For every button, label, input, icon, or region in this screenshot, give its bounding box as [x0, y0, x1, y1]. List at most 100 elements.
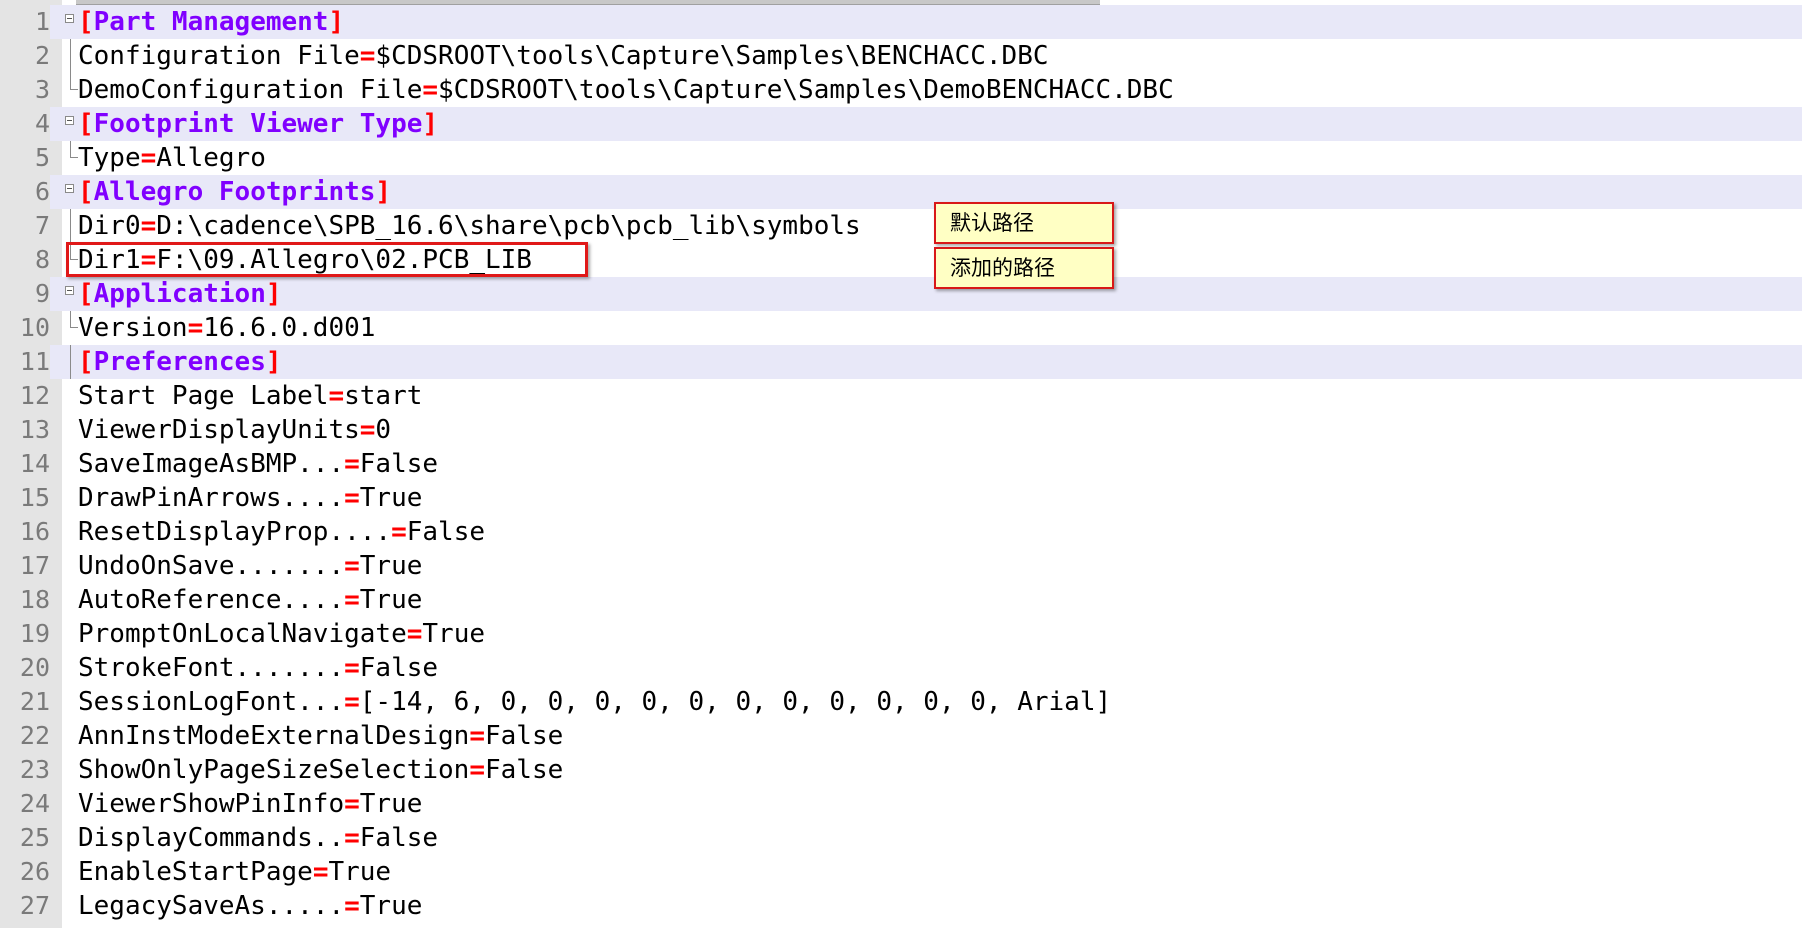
setting-key: EnableStartPage: [78, 857, 313, 887]
line-number: 6: [0, 175, 50, 209]
setting-value: 0: [375, 415, 392, 445]
key-value-line[interactable]: 24 ViewerShowPinInfo=True: [0, 787, 1802, 821]
section-header-line[interactable]: 11 [Preferences]: [0, 345, 1802, 379]
line-number: 16: [19, 517, 50, 546]
setting-value: False: [359, 653, 439, 683]
key-value-line[interactable]: 20 StrokeFont.......=False: [0, 651, 1802, 685]
fold-toggle-icon[interactable]: [65, 286, 74, 295]
key-value-line[interactable]: 2 Configuration File=$CDSROOT\tools\Captu…: [0, 39, 1802, 73]
setting-key: DisplayCommands..: [78, 823, 345, 853]
line-text: Start Page Label=start: [78, 379, 422, 413]
key-value-line[interactable]: 26 EnableStartPage=True: [0, 855, 1802, 889]
setting-value: True: [359, 483, 423, 513]
added-path-note: 添加的路径: [934, 247, 1114, 289]
added-path-label: 添加的路径: [950, 256, 1055, 280]
line-text: [Footprint Viewer Type]: [78, 107, 438, 141]
setting-key: Type: [78, 143, 141, 173]
setting-value: True: [359, 585, 423, 615]
setting-value: 16.6.0.d001: [203, 313, 376, 343]
key-value-line[interactable]: 14 SaveImageAsBMP...=False: [0, 447, 1802, 481]
line-text: PromptOnLocalNavigate=True: [78, 617, 485, 651]
setting-value: $CDSROOT\tools\Capture\Samples\DemoBENCH…: [438, 75, 1174, 105]
close-bracket: ]: [422, 109, 439, 139]
section-name: Preferences: [93, 347, 266, 377]
key-value-line[interactable]: 15 DrawPinArrows....=True: [0, 481, 1802, 515]
setting-key: ResetDisplayProp....: [78, 517, 392, 547]
line-number: 4: [0, 107, 50, 141]
equals-operator: =: [391, 517, 407, 547]
equals-operator: =: [406, 619, 423, 649]
setting-key: SessionLogFont...: [78, 687, 345, 717]
line-text: [Application]: [78, 277, 282, 311]
key-value-line[interactable]: 10 Version=16.6.0.d001: [0, 311, 1802, 345]
key-value-line[interactable]: 21 SessionLogFont...=[-14, 6, 0, 0, 0, 0,…: [0, 685, 1802, 719]
fold-toggle-icon[interactable]: [65, 116, 74, 125]
line-text: Version=16.6.0.d001: [78, 311, 375, 345]
line-text: [Part Management]: [78, 5, 344, 39]
key-value-line[interactable]: 23 ShowOnlyPageSizeSelection=False: [0, 753, 1802, 787]
key-value-line[interactable]: 12 Start Page Label=start: [0, 379, 1802, 413]
line-number: 21: [19, 687, 50, 716]
line-number: 3: [34, 75, 50, 104]
key-value-line[interactable]: 17 UndoOnSave.......=True: [0, 549, 1802, 583]
fold-end-marker: [70, 73, 78, 90]
setting-value: True: [422, 619, 486, 649]
equals-operator: =: [469, 721, 485, 751]
equals-operator: =: [344, 483, 360, 513]
section-name: Allegro Footprints: [93, 177, 376, 207]
section-name: Footprint Viewer Type: [93, 109, 423, 139]
section-name: Part Management: [93, 7, 329, 37]
setting-key: StrokeFont.......: [78, 653, 345, 683]
line-text: AnnInstModeExternalDesign=False: [78, 719, 563, 753]
section-header-line[interactable]: 9 [Application]: [0, 277, 1802, 311]
line-text: UndoOnSave.......=True: [78, 549, 422, 583]
setting-value: False: [359, 823, 439, 853]
equals-operator: =: [344, 891, 360, 921]
equals-operator: =: [312, 857, 329, 887]
equals-operator: =: [469, 755, 485, 785]
equals-operator: =: [344, 551, 360, 581]
section-header-line[interactable]: 4 [Footprint Viewer Type]: [0, 107, 1802, 141]
fold-end-marker: [70, 141, 78, 158]
key-value-line[interactable]: 27 LegacySaveAs.....=True: [0, 889, 1802, 923]
equals-operator: =: [344, 653, 360, 683]
key-value-line[interactable]: 13 ViewerDisplayUnits=0: [0, 413, 1802, 447]
equals-operator: =: [140, 143, 157, 173]
setting-key: Start Page Label: [78, 381, 329, 411]
open-bracket: [: [78, 347, 94, 377]
section-header-line[interactable]: 6 [Allegro Footprints]: [0, 175, 1802, 209]
open-bracket: [: [78, 177, 94, 207]
setting-key: ViewerShowPinInfo: [78, 789, 345, 819]
key-value-line[interactable]: 19 PromptOnLocalNavigate=True: [0, 617, 1802, 651]
line-number: 2: [34, 41, 50, 70]
line-text: [Preferences]: [78, 345, 282, 379]
key-value-line[interactable]: 7 Dir0=D:\cadence\SPB_16.6\share\pcb\pcb_…: [0, 209, 1802, 243]
line-number: 19: [19, 619, 50, 648]
line-text: Dir0=D:\cadence\SPB_16.6\share\pcb\pcb_l…: [78, 209, 861, 243]
fold-toggle-icon[interactable]: [65, 184, 74, 193]
setting-value: start: [344, 381, 423, 411]
section-header-line[interactable]: 1 [Part Management]: [0, 5, 1802, 39]
line-number: 25: [19, 823, 50, 852]
setting-key: AnnInstModeExternalDesign: [78, 721, 470, 751]
key-value-line[interactable]: 18 AutoReference....=True: [0, 583, 1802, 617]
text-editor[interactable]: 1 [Part Management] 2 Configuration File=$C…: [0, 0, 1802, 928]
key-value-line[interactable]: 22 AnnInstModeExternalDesign=False: [0, 719, 1802, 753]
setting-value: True: [359, 789, 423, 819]
setting-value: D:\cadence\SPB_16.6\share\pcb\pcb_lib\sy…: [156, 211, 861, 241]
line-text: ShowOnlyPageSizeSelection=False: [78, 753, 563, 787]
key-value-line[interactable]: 5 Type=Allegro: [0, 141, 1802, 175]
line-number: 8: [34, 245, 50, 274]
key-value-line[interactable]: 16 ResetDisplayProp....=False: [0, 515, 1802, 549]
line-text: DrawPinArrows....=True: [78, 481, 422, 515]
equals-operator: =: [344, 789, 360, 819]
line-number: 13: [19, 415, 50, 444]
line-text: DemoConfiguration File=$CDSROOT\tools\Ca…: [78, 73, 1174, 107]
line-number: 26: [19, 857, 50, 886]
line-text: StrokeFont.......=False: [78, 651, 438, 685]
fold-toggle-icon[interactable]: [65, 14, 74, 23]
key-value-line[interactable]: 3 DemoConfiguration File=$CDSROOT\tools\C…: [0, 73, 1802, 107]
key-value-line[interactable]: 25 DisplayCommands..=False: [0, 821, 1802, 855]
dir1-highlight-box: [66, 242, 588, 277]
setting-key: PromptOnLocalNavigate: [78, 619, 407, 649]
